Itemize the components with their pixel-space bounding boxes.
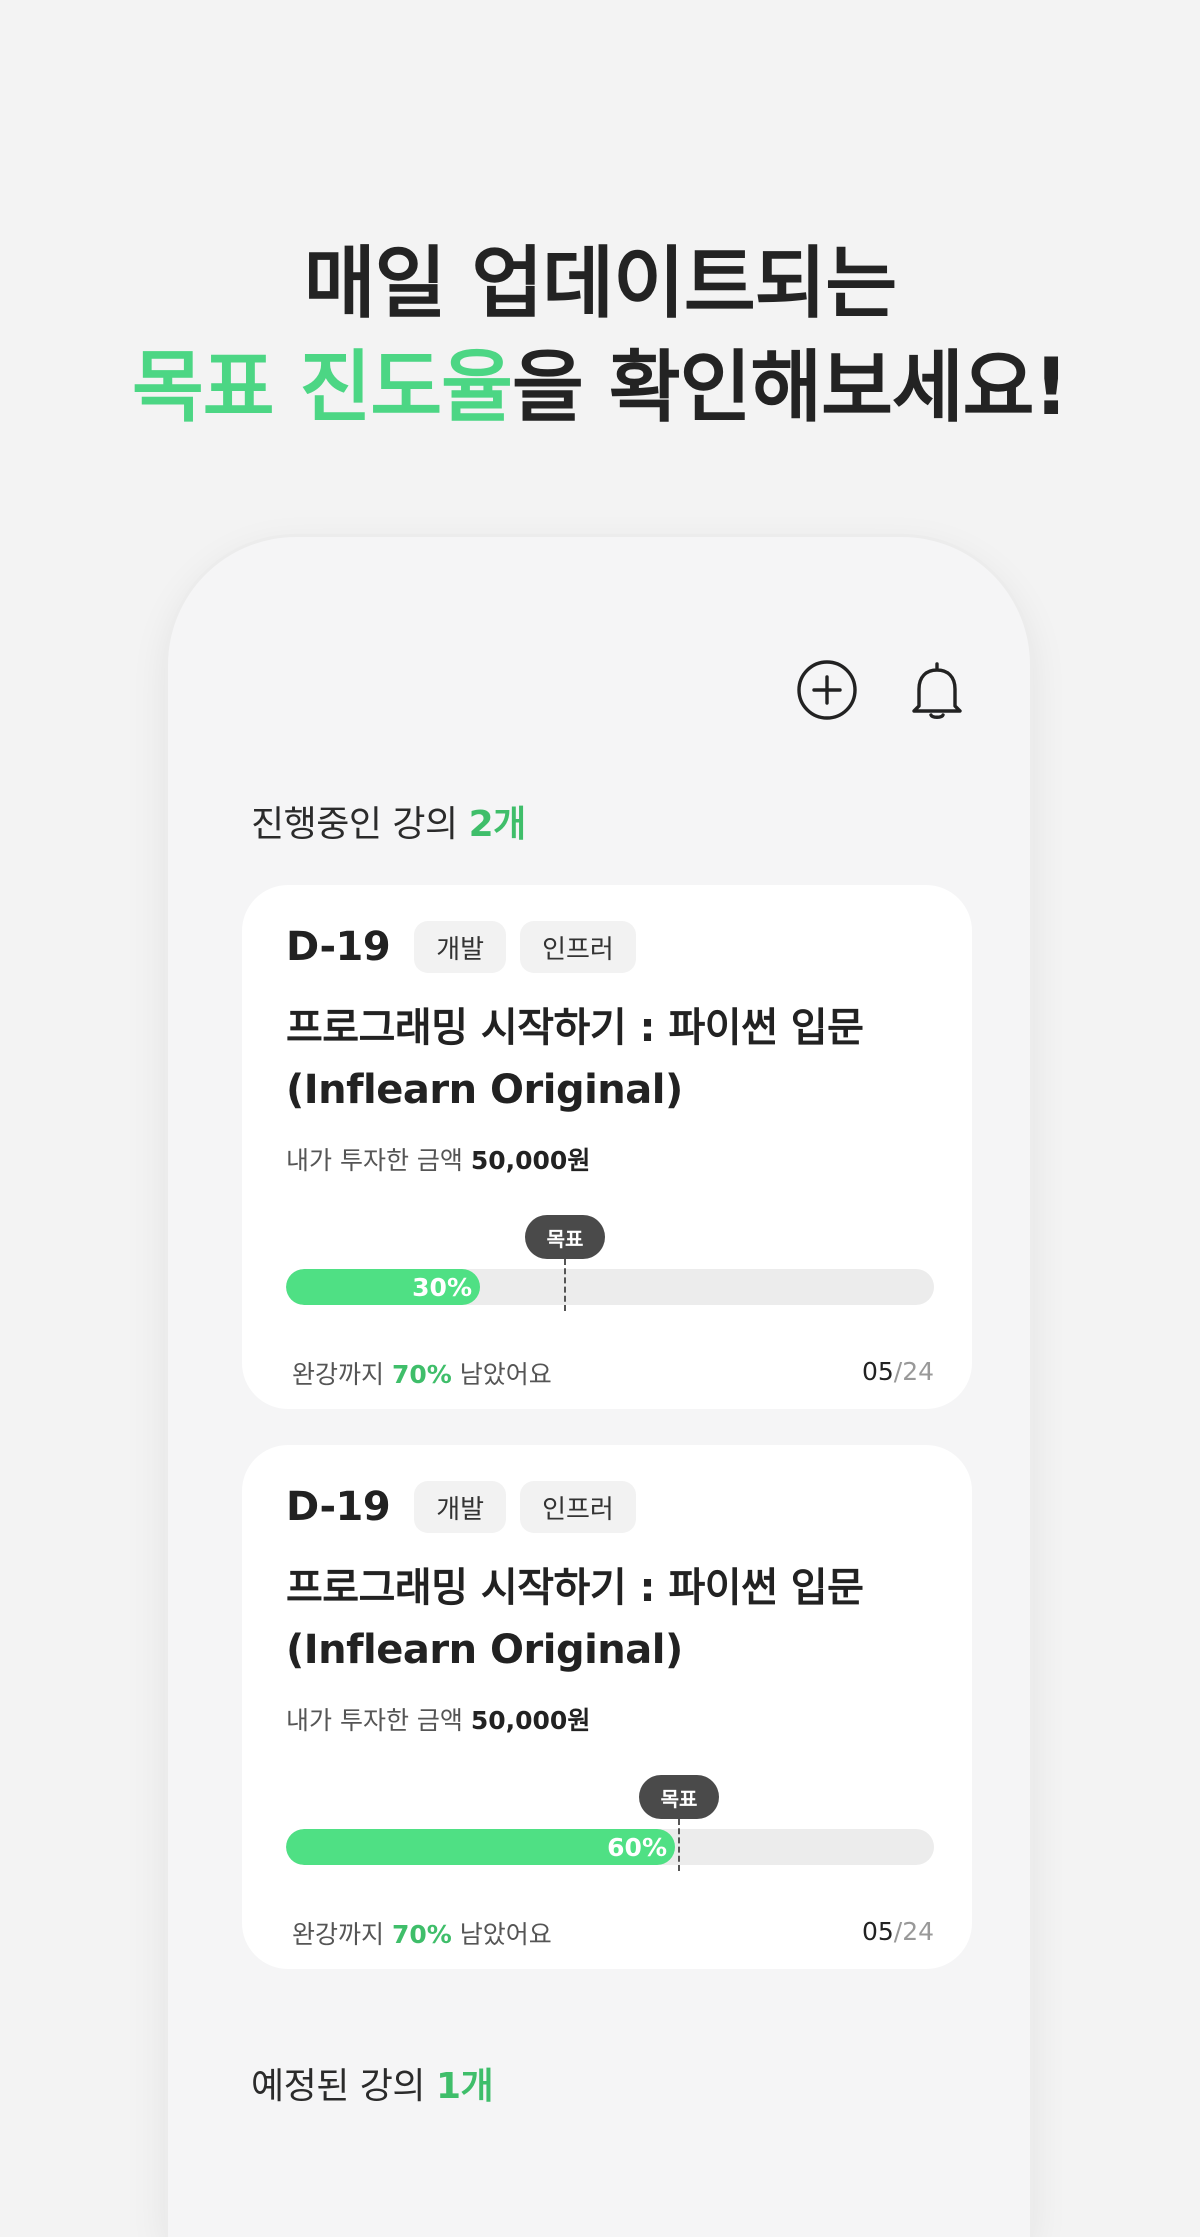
remaining-prefix: 완강까지: [292, 1360, 392, 1389]
headline-rest: 을 확인해보세요!: [511, 343, 1069, 433]
remaining-text: 완강까지 70% 남았어요: [292, 1355, 552, 1391]
tag-chip: 개발: [414, 1481, 507, 1533]
dday-label: D-19: [286, 924, 391, 970]
scheduled-count: 1개: [436, 2066, 494, 2107]
goal-marker-line: [678, 1819, 680, 1871]
goal-marker: 목표: [639, 1775, 719, 1819]
goal-marker: 목표: [525, 1215, 605, 1259]
tag-chip: 인프러: [520, 1481, 636, 1533]
course-title: 프로그래밍 시작하기 : 파이썬 입문 (Inflearn Original): [286, 1005, 864, 1113]
course-card[interactable]: D-19 개발 인프러 프로그래밍 시작하기 : 파이썬 입문 (Inflear…: [242, 885, 972, 1409]
headline-line-1: 매일 업데이트되는: [303, 239, 897, 329]
in-progress-label: 진행중인 강의: [251, 804, 469, 845]
course-title: 프로그래밍 시작하기 : 파이썬 입문 (Inflearn Original): [286, 1565, 864, 1673]
remaining-suffix: 남았어요: [451, 1920, 552, 1949]
lesson-count: 05/24: [862, 1357, 934, 1386]
card-header: D-19 개발 인프러: [286, 1481, 636, 1533]
invest-label: 내가 투자한 금액: [286, 1706, 471, 1735]
invest-amount-line: 내가 투자한 금액 50,000원: [286, 1141, 590, 1177]
progress-track: 60%: [286, 1829, 934, 1865]
scheduled-label: 예정된 강의: [251, 2066, 436, 2107]
lesson-count: 05/24: [862, 1917, 934, 1946]
dday-label: D-19: [286, 1484, 391, 1530]
remaining-percent: 70%: [391, 1360, 452, 1389]
progress-track: 30%: [286, 1269, 934, 1305]
course-card[interactable]: D-19 개발 인프러 프로그래밍 시작하기 : 파이썬 입문 (Inflear…: [242, 1445, 972, 1969]
goal-marker-line: [564, 1259, 566, 1311]
lesson-total: /24: [893, 1357, 934, 1386]
headline: 매일 업데이트되는 목표 진도율을 확인해보세요!: [0, 232, 1200, 440]
progress-percent: 30%: [412, 1272, 472, 1302]
progress-fill: 30%: [286, 1269, 480, 1305]
lesson-current: 05: [861, 1357, 894, 1386]
lesson-current: 05: [861, 1917, 894, 1946]
phone-frame: 진행중인 강의 2개 D-19 개발 인프러 프로그래밍 시작하기 : 파이썬 …: [168, 537, 1030, 2237]
scheduled-heading: 예정된 강의 1개: [251, 2057, 494, 2109]
invest-amount: 50,000원: [470, 1706, 591, 1735]
headline-line-2: 목표 진도율을 확인해보세요!: [0, 336, 1200, 440]
tag-chip: 개발: [414, 921, 507, 973]
tag-chip: 인프러: [520, 921, 636, 973]
in-progress-count: 2개: [468, 804, 527, 845]
card-header: D-19 개발 인프러: [286, 921, 636, 973]
progress-fill: 60%: [286, 1829, 675, 1865]
plus-circle-icon[interactable]: [794, 657, 860, 723]
invest-label: 내가 투자한 금액: [286, 1146, 471, 1175]
invest-amount-line: 내가 투자한 금액 50,000원: [286, 1701, 590, 1737]
remaining-text: 완강까지 70% 남았어요: [292, 1915, 552, 1951]
invest-amount: 50,000원: [470, 1146, 591, 1175]
progress-area: 30% 목표: [286, 1215, 934, 1345]
bell-icon[interactable]: [904, 657, 970, 723]
progress-area: 60% 목표: [286, 1775, 934, 1905]
in-progress-heading: 진행중인 강의 2개: [251, 795, 526, 847]
remaining-percent: 70%: [391, 1920, 452, 1949]
remaining-suffix: 남았어요: [451, 1360, 552, 1389]
lesson-total: /24: [893, 1917, 934, 1946]
remaining-prefix: 완강까지: [292, 1920, 392, 1949]
progress-percent: 60%: [607, 1832, 667, 1862]
headline-accent: 목표 진도율: [131, 343, 513, 433]
top-icon-bar: [794, 657, 970, 723]
